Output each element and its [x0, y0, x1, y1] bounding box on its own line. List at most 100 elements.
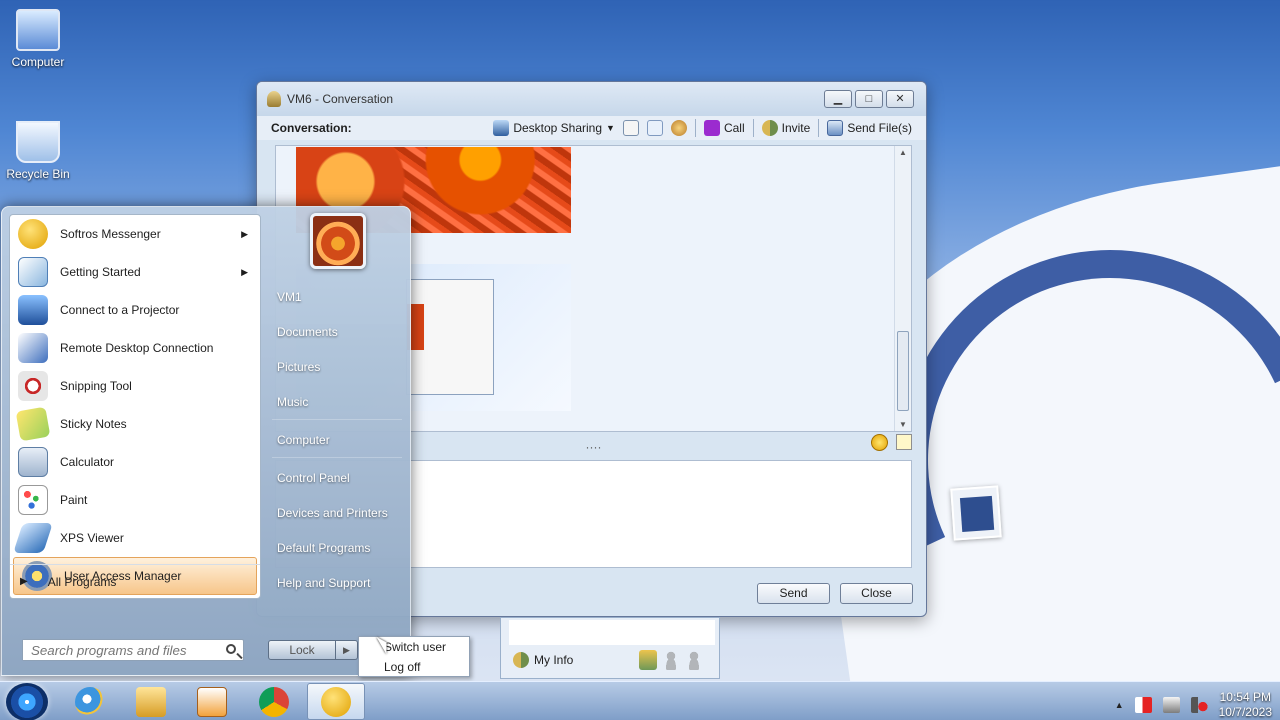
start-button[interactable] — [6, 683, 48, 720]
start-search-box[interactable] — [22, 639, 244, 661]
taskbar-internet-explorer[interactable] — [61, 683, 119, 720]
projector-icon — [18, 295, 48, 325]
all-programs-arrow-icon: ▶ — [20, 576, 28, 587]
start-menu-item-label: Sticky Notes — [60, 417, 127, 431]
scroll-up-icon[interactable]: ▲ — [899, 148, 907, 157]
place-user-folder[interactable]: VM1 — [262, 279, 412, 314]
place-music[interactable]: Music — [262, 384, 412, 419]
log-off-menu-item[interactable]: Log off — [359, 657, 469, 677]
show-hidden-icons-icon[interactable]: ▲ — [1115, 700, 1124, 710]
desktop-icon-recycle-bin[interactable]: Recycle Bin — [1, 121, 75, 181]
action-center-icon[interactable] — [1134, 697, 1152, 713]
switch-user-menu-item[interactable]: Switch user — [359, 637, 469, 657]
calculator-icon — [18, 447, 48, 477]
start-menu-item-xps-viewer[interactable]: XPS Viewer — [10, 519, 260, 557]
message-scrollbar[interactable]: ▲ ▼ — [894, 146, 911, 431]
place-help-support[interactable]: Help and Support — [262, 565, 412, 600]
start-menu-item-remote-desktop[interactable]: Remote Desktop Connection — [10, 329, 260, 367]
taskbar-media-player[interactable] — [183, 683, 241, 720]
start-menu-item-calculator[interactable]: Calculator — [10, 443, 260, 481]
conversation-label: Conversation: — [271, 121, 352, 135]
sticky-notes-icon — [15, 406, 51, 442]
camera-icon — [703, 120, 720, 136]
invite-icon — [761, 120, 778, 136]
call-label: Call — [723, 121, 745, 135]
close-button[interactable]: Close — [840, 583, 913, 604]
dropdown-caret-icon: ▼ — [606, 123, 615, 133]
submenu-arrow-icon[interactable]: ▶ — [241, 267, 248, 278]
start-menu-item-label: Calculator — [60, 455, 115, 469]
send-files-button[interactable]: Send File(s) — [827, 120, 912, 136]
place-control-panel[interactable]: Control Panel — [262, 460, 412, 495]
start-menu-item-paint[interactable]: Paint — [10, 481, 260, 519]
message-template-icon[interactable] — [896, 434, 912, 450]
away-status-icon[interactable] — [662, 650, 680, 670]
taskbar-file-explorer[interactable] — [122, 683, 180, 720]
desktop-sharing-button[interactable]: Desktop Sharing ▼ — [493, 120, 615, 136]
system-tray: ▲ 10:54 PM 10/7/2023 — [1115, 690, 1272, 720]
place-pictures[interactable]: Pictures — [262, 349, 412, 384]
xps-viewer-icon — [13, 523, 53, 553]
all-programs-button[interactable]: ▶ All Programs — [10, 564, 260, 598]
my-info-icon — [513, 652, 529, 668]
place-computer[interactable]: Computer — [262, 422, 412, 457]
info-icon[interactable] — [646, 120, 663, 136]
offline-status-icon[interactable] — [685, 650, 703, 670]
user-picture-avatar[interactable] — [310, 213, 366, 269]
start-menu-item-label: Getting Started — [60, 265, 141, 279]
start-menu-places-pane: VM1 Documents Pictures Music Computer Co… — [262, 207, 412, 627]
internet-explorer-icon — [75, 686, 105, 717]
my-info-label: My Info — [534, 653, 574, 667]
cookie-icon[interactable] — [670, 120, 687, 136]
system-clock[interactable]: 10:54 PM 10/7/2023 — [1219, 690, 1272, 720]
start-menu: Softros Messenger ▶ Getting Started ▶ Co… — [1, 206, 411, 676]
scroll-thumb[interactable] — [897, 331, 909, 411]
messenger-contact-panel: My Info — [500, 617, 720, 679]
contact-list-area[interactable] — [509, 620, 715, 645]
send-button[interactable]: Send — [757, 583, 830, 604]
desktop-icon-label: Recycle Bin — [6, 167, 70, 181]
search-icon[interactable] — [226, 644, 236, 654]
getting-started-icon — [18, 257, 48, 287]
invite-button[interactable]: Invite — [761, 120, 811, 136]
submenu-arrow-icon[interactable]: ▶ — [241, 229, 248, 240]
start-menu-item-snipping-tool[interactable]: Snipping Tool — [10, 367, 260, 405]
network-icon[interactable] — [1162, 697, 1180, 713]
screenshot-window-thumbnail — [406, 279, 494, 395]
my-info-button[interactable]: My Info — [513, 652, 573, 668]
clock-date: 10/7/2023 — [1218, 705, 1272, 719]
start-menu-item-label: XPS Viewer — [60, 531, 124, 545]
volume-muted-icon[interactable] — [1190, 697, 1208, 713]
remote-desktop-icon — [18, 333, 48, 363]
call-button[interactable]: Call — [703, 120, 745, 136]
taskbar: ▲ 10:54 PM 10/7/2023 — [0, 681, 1280, 720]
taskbar-chrome[interactable] — [245, 683, 303, 720]
invite-label: Invite — [781, 121, 811, 135]
start-menu-item-getting-started[interactable]: Getting Started ▶ — [10, 253, 260, 291]
desktop-image-icon[interactable] — [950, 485, 1002, 541]
close-window-button[interactable]: ✕ — [886, 90, 914, 108]
scroll-down-icon[interactable]: ▼ — [899, 420, 907, 429]
desktop-icon-computer[interactable]: Computer — [1, 9, 75, 69]
lock-button[interactable]: Lock — [268, 640, 336, 660]
image-thumbnail — [959, 495, 995, 533]
title-bar[interactable]: VM6 - Conversation ▁ □ ✕ — [257, 82, 926, 116]
taskbar-softros-messenger[interactable] — [307, 683, 365, 720]
start-menu-places: VM1 Documents Pictures Music Computer Co… — [262, 279, 412, 600]
history-icon[interactable] — [622, 120, 639, 136]
start-menu-item-connect-projector[interactable]: Connect to a Projector — [10, 291, 260, 329]
place-default-programs[interactable]: Default Programs — [262, 530, 412, 565]
media-player-icon — [197, 686, 227, 717]
power-options-arrow-button[interactable]: ▶ — [336, 640, 358, 660]
search-input[interactable] — [23, 640, 218, 660]
softros-messenger-icon — [321, 686, 351, 717]
emoticon-icon[interactable] — [871, 434, 888, 451]
start-menu-item-softros-messenger[interactable]: Softros Messenger ▶ — [10, 215, 260, 253]
start-menu-item-sticky-notes[interactable]: Sticky Notes — [10, 405, 260, 443]
desktop-sharing-label: Desktop Sharing — [513, 121, 603, 135]
online-status-icon[interactable] — [639, 650, 657, 670]
minimize-button[interactable]: ▁ — [824, 90, 852, 108]
maximize-button[interactable]: □ — [855, 90, 883, 108]
place-documents[interactable]: Documents — [262, 314, 412, 349]
place-devices-printers[interactable]: Devices and Printers — [262, 495, 412, 530]
